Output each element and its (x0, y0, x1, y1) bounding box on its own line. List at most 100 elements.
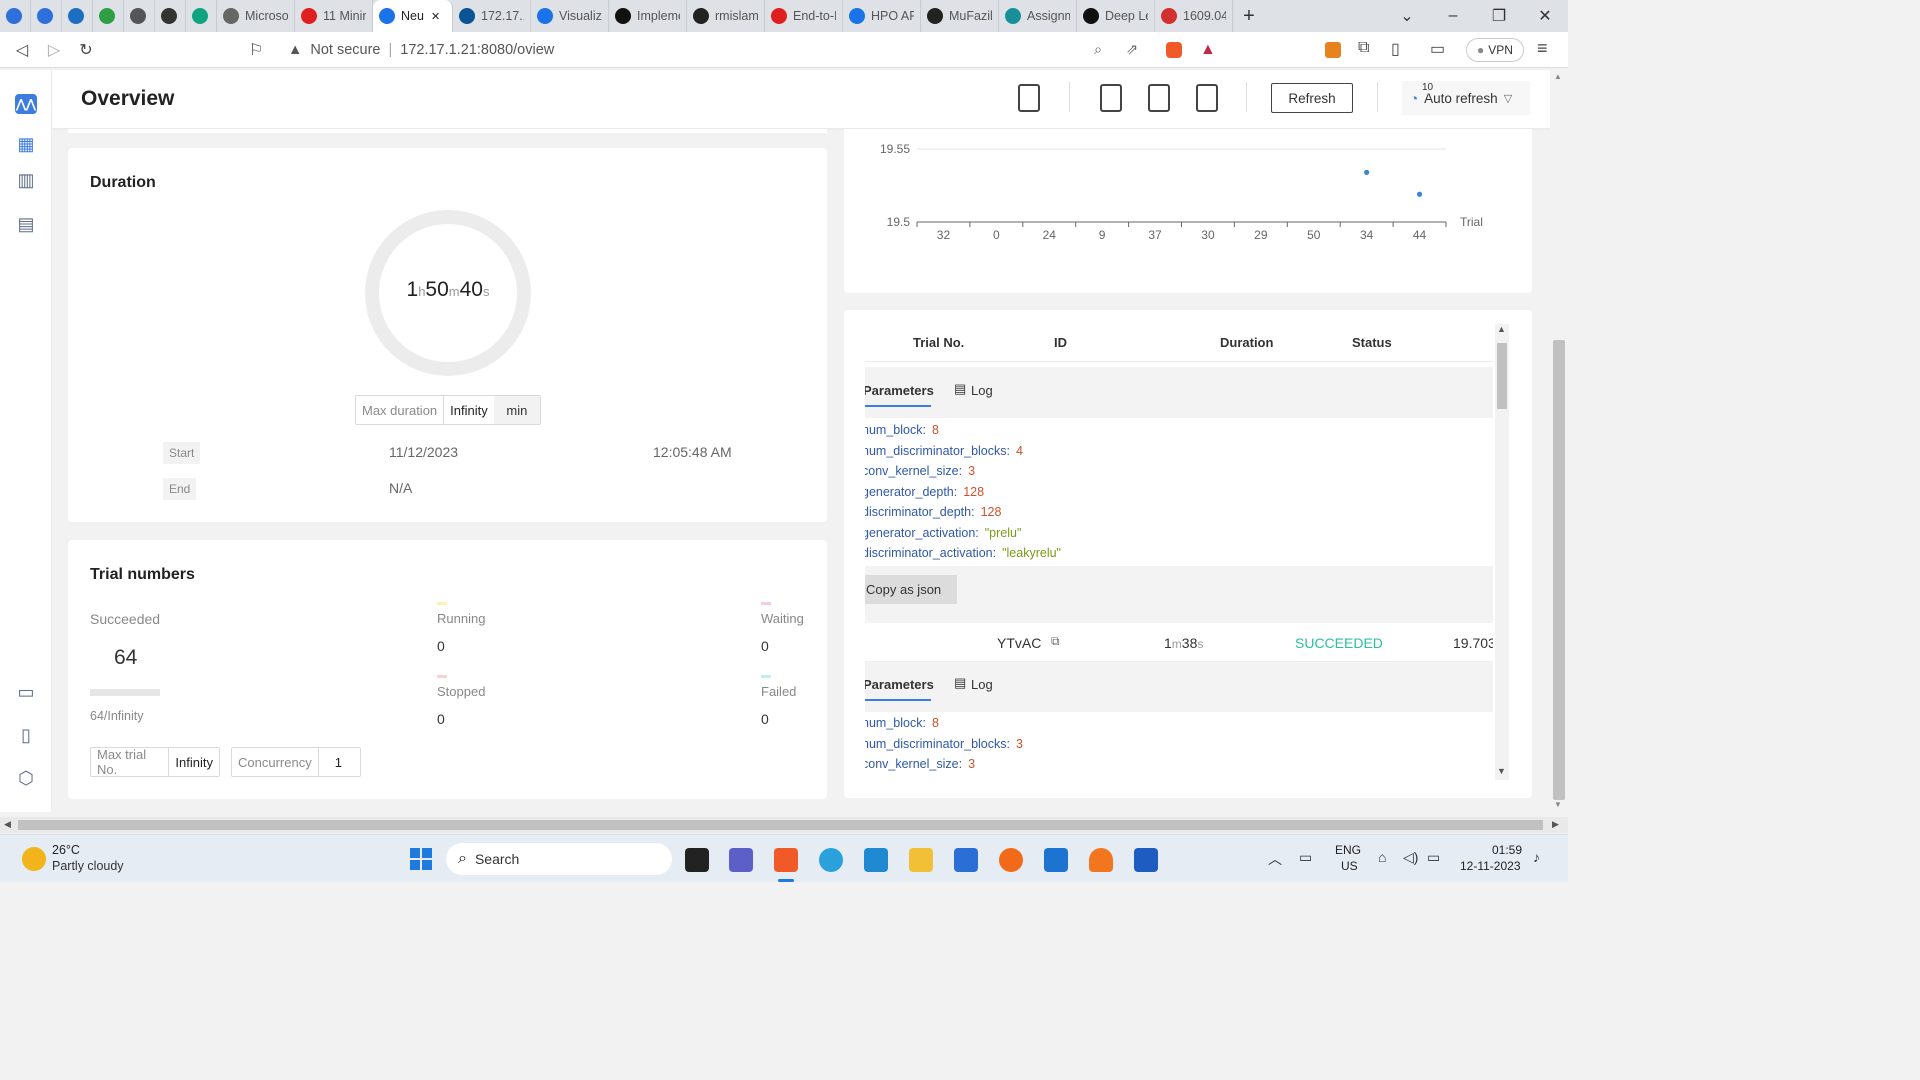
weather-icon[interactable] (22, 847, 46, 871)
tray-chevron-icon[interactable]: ︿ (1268, 849, 1282, 869)
region-label[interactable]: US (1341, 859, 1358, 873)
tab-log[interactable]: Log (971, 677, 993, 692)
bookmark-icon[interactable]: ⚐ (240, 40, 272, 60)
menu-icon[interactable]: ≡ (1537, 38, 1548, 59)
tab-parameters[interactable]: Parameters (865, 383, 934, 398)
trials-detail-nav-icon[interactable]: ▥ (16, 170, 36, 190)
scroll-down-icon[interactable]: ▼ (1497, 766, 1506, 776)
browser-tab[interactable]: Impleme (609, 0, 687, 32)
notification-bell-icon[interactable]: ♪ (1533, 849, 1540, 865)
copy-id-icon[interactable]: ⧉ (1051, 634, 1060, 649)
clock-time[interactable]: 01:59 (1492, 843, 1522, 857)
vpn-button[interactable]: ● VPN (1466, 38, 1524, 62)
forward-icon[interactable]: ▷ (38, 40, 70, 60)
battery-icon[interactable]: ▭ (1427, 849, 1440, 866)
page-scrollbar[interactable]: ▲ ▼ (1550, 70, 1568, 812)
sidebar-toggle-icon[interactable]: ▯ (1391, 39, 1400, 59)
volume-icon[interactable]: ◁) (1403, 849, 1418, 866)
scroll-left-icon[interactable]: ◀ (4, 819, 11, 830)
lang-label[interactable]: ENG (1335, 843, 1361, 857)
metamask-icon[interactable] (1325, 42, 1341, 58)
browser-tab[interactable]: rmislam, (687, 0, 765, 32)
browser-tab[interactable]: HPO AP (843, 0, 921, 32)
file-explorer-icon[interactable] (909, 848, 933, 872)
log-files-icon[interactable] (1196, 84, 1218, 112)
browser-tab[interactable]: 1609.04 (1155, 0, 1233, 32)
page-scroll-up-icon[interactable]: ▲ (1554, 72, 1562, 81)
tray-display-icon[interactable]: ▭ (1299, 849, 1312, 866)
telegram-icon[interactable] (819, 848, 843, 872)
tab-log[interactable]: Log (971, 383, 993, 398)
browser-tab[interactable] (186, 0, 217, 32)
back-icon[interactable]: ◁ (6, 40, 38, 60)
copy-as-json-button[interactable]: Copy as json (865, 575, 957, 604)
browser-tab[interactable] (31, 0, 62, 32)
overview-nav-icon[interactable]: ▦ (16, 134, 36, 154)
browser-tab[interactable] (155, 0, 186, 32)
refresh-button[interactable]: Refresh (1271, 83, 1353, 113)
table-row[interactable]: YTvAC ⧉ 1m38s SUCCEEDED 19.703 (865, 624, 1493, 662)
horizontal-scrollbar[interactable]: ◀ ▶ (0, 817, 1568, 833)
table-scrollbar[interactable]: ▲ ▼ (1495, 324, 1509, 780)
browser-tab[interactable]: End-to-I (765, 0, 843, 32)
browser-tab[interactable]: MuFazil (921, 0, 999, 32)
browser-tab[interactable]: Deep Le (1077, 0, 1155, 32)
col-id[interactable]: ID (1054, 335, 1067, 350)
meet-icon[interactable] (729, 848, 753, 872)
search-log-icon[interactable] (1100, 84, 1122, 112)
tab-parameters[interactable]: Parameters (865, 677, 934, 692)
document-icon[interactable]: ▯ (16, 725, 36, 745)
browser-tab[interactable]: Assignm (999, 0, 1077, 32)
minimize-icon[interactable]: – (1430, 7, 1476, 25)
windows-start-icon[interactable] (410, 848, 432, 870)
browser-tab-active[interactable]: Neu ✕ (373, 0, 453, 32)
tab-search-icon[interactable]: ⌄ (1384, 6, 1430, 26)
share-icon[interactable]: ⇗ (1126, 42, 1138, 58)
browser-tab[interactable]: Visualize (531, 0, 609, 32)
horizontal-scrollbar-thumb[interactable] (18, 820, 1543, 830)
feedback-icon[interactable]: ▭ (16, 682, 36, 702)
url-field[interactable]: ▲ Not secure | 172.17.1.21:8080/oview ⌕ … (278, 37, 1228, 63)
browser-tab[interactable] (0, 0, 31, 32)
max-trial-input[interactable]: Infinity (169, 748, 219, 776)
brave-shield-icon[interactable] (1166, 42, 1182, 58)
table-scrollbar-thumb[interactable] (1497, 343, 1507, 409)
new-tab-button[interactable]: + (1233, 5, 1265, 28)
max-duration-unit[interactable]: min (493, 396, 540, 424)
close-window-icon[interactable]: ✕ (1522, 6, 1568, 26)
experiment-summary-icon[interactable] (1018, 84, 1040, 112)
experiment-nav-icon[interactable]: ▤ (16, 214, 36, 234)
browser-tab[interactable]: Microso (217, 0, 295, 32)
cloud-app-icon[interactable] (1089, 848, 1113, 872)
zoom-icon[interactable]: ⌕ (1094, 42, 1102, 58)
compare-icon[interactable] (1148, 84, 1170, 112)
col-status[interactable]: Status (1352, 335, 1392, 350)
firefox-icon[interactable] (999, 848, 1023, 872)
browser-tab[interactable] (93, 0, 124, 32)
browser-tab[interactable]: 172.17.1 (453, 0, 531, 32)
brave-taskbar-icon[interactable] (774, 848, 798, 872)
version-icon[interactable]: ⬡ (16, 768, 36, 788)
nni-logo-icon[interactable]: ⋀⋀ (15, 94, 37, 114)
word-icon[interactable] (1134, 848, 1158, 872)
page-scroll-down-icon[interactable]: ▼ (1554, 800, 1562, 809)
tab-close-icon[interactable]: ✕ (431, 10, 440, 23)
weather-desc[interactable]: Partly cloudy (52, 859, 124, 873)
browser-tab[interactable]: 11 Minir (295, 0, 373, 32)
reload-icon[interactable]: ↻ (70, 40, 102, 60)
taskbar-search[interactable]: ⌕ Search (446, 843, 672, 875)
browser-tab[interactable] (62, 0, 93, 32)
col-trial-no[interactable]: Trial No. (913, 335, 964, 350)
vscode-icon[interactable] (864, 848, 888, 872)
max-duration-input[interactable]: Infinity (444, 396, 494, 424)
browser-tab[interactable] (124, 0, 155, 32)
scroll-up-icon[interactable]: ▲ (1497, 324, 1506, 334)
mail-icon[interactable] (1044, 848, 1068, 872)
brave-rewards-icon[interactable]: ▲ (1200, 41, 1216, 59)
restore-icon[interactable]: ❐ (1476, 6, 1522, 26)
weather-temp[interactable]: 26°C (52, 843, 80, 857)
page-scrollbar-thumb[interactable] (1553, 340, 1565, 800)
scroll-right-icon[interactable]: ▶ (1552, 819, 1559, 830)
clock-date[interactable]: 12-11-2023 (1460, 859, 1521, 873)
concurrency-input[interactable]: 1 (319, 748, 348, 776)
